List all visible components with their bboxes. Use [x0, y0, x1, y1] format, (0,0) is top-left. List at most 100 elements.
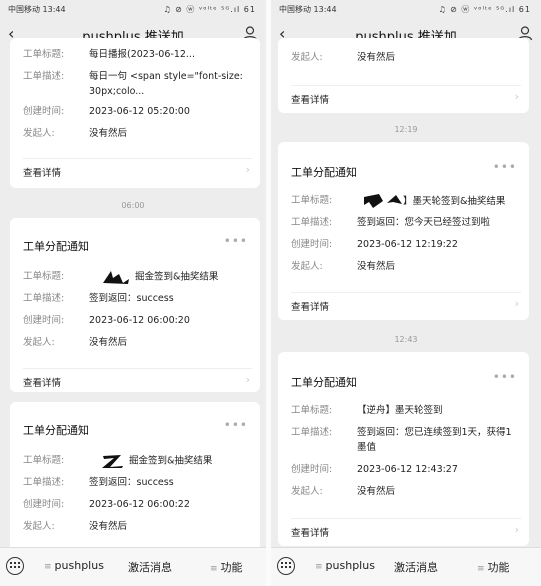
left-screen: 中国移动 13:44 ♫ ⊘ ⓦ ᵛᵒˡᵗᵉ ⁵ᴳ.ıl 61 ‹ pushpl… [0, 0, 266, 586]
card-title: 工单分配通知 [23, 240, 89, 253]
initiator-value: 没有然后 [89, 337, 128, 348]
ticket-desc-value: 签到返回：success [89, 293, 174, 304]
created-time-value: 2023-06-12 12:43:27 [357, 464, 458, 475]
view-details-label: 查看详情 [291, 95, 330, 106]
ticket-title-label: 工单标题: [291, 195, 333, 206]
message-card: 工单标题: 每日播报(2023-06-12... 工单描述: 每日一句 <spa… [10, 38, 260, 188]
initiator-label: 发起人: [291, 52, 323, 63]
view-details-label: 查看详情 [23, 168, 62, 179]
ticket-desc-label: 工单描述: [23, 477, 65, 488]
view-details-link[interactable]: 查看详情 › [291, 292, 521, 315]
message-card: 工单分配通知 ••• 工单标题: 】墨天轮签到&抽奖结果 工单描述: 签到返回：… [278, 142, 529, 320]
created-time-label: 创建时间: [23, 499, 65, 510]
right-screen: 中国移动 13:44 ♫ ⊘ ⓦ ᵛᵒˡᵗᵉ ⁵ᴳ.ıl 61 ‹ pushpl… [271, 0, 541, 586]
message-card: 工单分配通知 ••• 工单标题: 掘金签到&抽奖结果 工单描述: 签到返回：su… [10, 402, 260, 552]
menu-icon: ≡ [44, 562, 52, 572]
message-card: 发起人: 没有然后 查看详情 › [278, 38, 529, 113]
timestamp-divider: 12:43 [394, 335, 418, 344]
ticket-title-label: 工单标题: [23, 455, 65, 466]
created-time-value: 2023-06-12 05:20:00 [89, 106, 190, 117]
menu-icon: ≡ [315, 562, 323, 572]
keyboard-icon[interactable] [6, 557, 24, 575]
ticket-title-value: 掘金签到&抽奖结果 [101, 269, 252, 285]
initiator-value: 没有然后 [357, 261, 396, 272]
card-title: 工单分配通知 [23, 424, 89, 437]
created-time-label: 创建时间: [291, 239, 333, 250]
created-time-label: 创建时间: [23, 106, 65, 117]
ticket-title-value: 】墨天轮签到&抽奖结果 [363, 193, 521, 209]
chevron-right-icon: › [245, 163, 250, 176]
initiator-value: 没有然后 [89, 128, 128, 139]
ticket-title-value: 掘金签到&抽奖结果 [101, 453, 252, 469]
redacted-image [102, 455, 123, 468]
created-time-value: 2023-06-12 06:00:20 [89, 315, 190, 326]
menu-icon: ≡ [477, 564, 485, 574]
chevron-right-icon: › [514, 297, 519, 310]
more-options-icon[interactable]: ••• [224, 234, 248, 248]
ticket-desc-label: 工单描述: [291, 427, 333, 438]
ticket-title-label: 工单标题: [23, 271, 65, 282]
ticket-desc-label: 工单描述: [23, 293, 65, 304]
ticket-title-label: 工单标题: [291, 405, 333, 416]
more-options-icon[interactable]: ••• [493, 160, 517, 174]
redacted-image [364, 194, 402, 208]
timestamp-divider: 06:00 [121, 201, 145, 210]
view-details-link[interactable]: 查看详情 › [291, 518, 521, 541]
created-time-value: 2023-06-12 06:00:22 [89, 499, 190, 510]
more-options-icon[interactable]: ••• [224, 418, 248, 432]
ticket-desc-value: 签到返回：success [89, 477, 174, 488]
initiator-label: 发起人: [23, 337, 55, 348]
carrier-time: 中国移动 13:44 [8, 5, 66, 14]
chevron-right-icon: › [514, 90, 519, 103]
redacted-image [103, 271, 129, 284]
menu-features[interactable]: ≡ 功能 [210, 559, 243, 575]
ticket-desc-value: 每日一句 <span style="font-size: 30px;colo..… [89, 71, 243, 97]
ticket-desc-value: 签到返回：您今天已经签过到啦 [357, 217, 491, 228]
bottom-menu-bar: ≡ pushplus 激活消息 ≡ 功能 [0, 547, 266, 586]
initiator-label: 发起人: [291, 261, 323, 272]
view-details-link[interactable]: 查看详情 › [291, 85, 521, 108]
ticket-desc-row: 工单描述: 每日一句 <span style="font-size: 30px;… [23, 69, 252, 99]
chevron-right-icon: › [514, 523, 519, 536]
initiator-value: 没有然后 [357, 486, 396, 497]
initiator-label: 发起人: [291, 486, 323, 497]
ticket-desc-label: 工单描述: [291, 217, 333, 228]
menu-activate-message[interactable]: 激活消息 [128, 559, 172, 575]
menu-icon: ≡ [210, 564, 218, 574]
chevron-right-icon: › [245, 373, 250, 386]
menu-activate-message[interactable]: 激活消息 [394, 559, 438, 575]
ticket-desc-row: 工单描述: 签到返回：您已连续签到1天，获得1墨值 [291, 425, 521, 457]
card-title: 工单分配通知 [291, 166, 357, 179]
timestamp-divider: 12:19 [394, 125, 418, 134]
ticket-title-label: 工单标题: [23, 49, 65, 60]
view-details-label: 查看详情 [291, 528, 330, 539]
initiator-value: 没有然后 [89, 521, 128, 532]
ticket-title-value: 【逆舟】墨天轮签到 [357, 405, 443, 416]
ticket-title-value: 每日播报(2023-06-12... [89, 49, 195, 60]
status-icons: ♫ ⊘ ⓦ ᵛᵒˡᵗᵉ ⁵ᴳ.ıl 61 [163, 5, 256, 14]
message-card: 工单分配通知 ••• 工单标题: 掘金签到&抽奖结果 工单描述: 签到返回：su… [10, 218, 260, 392]
ticket-desc-value: 签到返回：您已连续签到1天，获得1墨值 [357, 427, 512, 453]
menu-pushplus[interactable]: ≡ pushplus [315, 559, 375, 572]
card-title: 工单分配通知 [291, 376, 357, 389]
created-time-value: 2023-06-12 12:19:22 [357, 239, 458, 250]
view-details-label: 查看详情 [23, 378, 62, 389]
view-details-label: 查看详情 [291, 302, 330, 313]
bottom-menu-bar: ≡ pushplus 激活消息 ≡ 功能 [271, 547, 541, 586]
keyboard-icon[interactable] [277, 557, 295, 575]
more-options-icon[interactable]: ••• [493, 370, 517, 384]
message-card: 工单分配通知 ••• 工单标题: 【逆舟】墨天轮签到 工单描述: 签到返回：您已… [278, 352, 529, 546]
carrier-time: 中国移动 13:44 [279, 5, 337, 14]
created-time-label: 创建时间: [23, 315, 65, 326]
initiator-value: 没有然后 [357, 52, 396, 63]
initiator-label: 发起人: [23, 521, 55, 532]
initiator-label: 发起人: [23, 128, 55, 139]
status-bar: 中国移动 13:44 ♫ ⊘ ⓦ ᵛᵒˡᵗᵉ ⁵ᴳ.ıl 61 [0, 0, 266, 18]
status-icons: ♫ ⊘ ⓦ ᵛᵒˡᵗᵉ ⁵ᴳ.ıl 61 [438, 5, 531, 14]
view-details-link[interactable]: 查看详情 › [23, 368, 252, 391]
ticket-desc-label: 工单描述: [23, 71, 65, 82]
menu-pushplus[interactable]: ≡ pushplus [44, 559, 104, 572]
view-details-link[interactable]: 查看详情 › [23, 158, 252, 181]
menu-features[interactable]: ≡ 功能 [477, 559, 510, 575]
created-time-label: 创建时间: [291, 464, 333, 475]
